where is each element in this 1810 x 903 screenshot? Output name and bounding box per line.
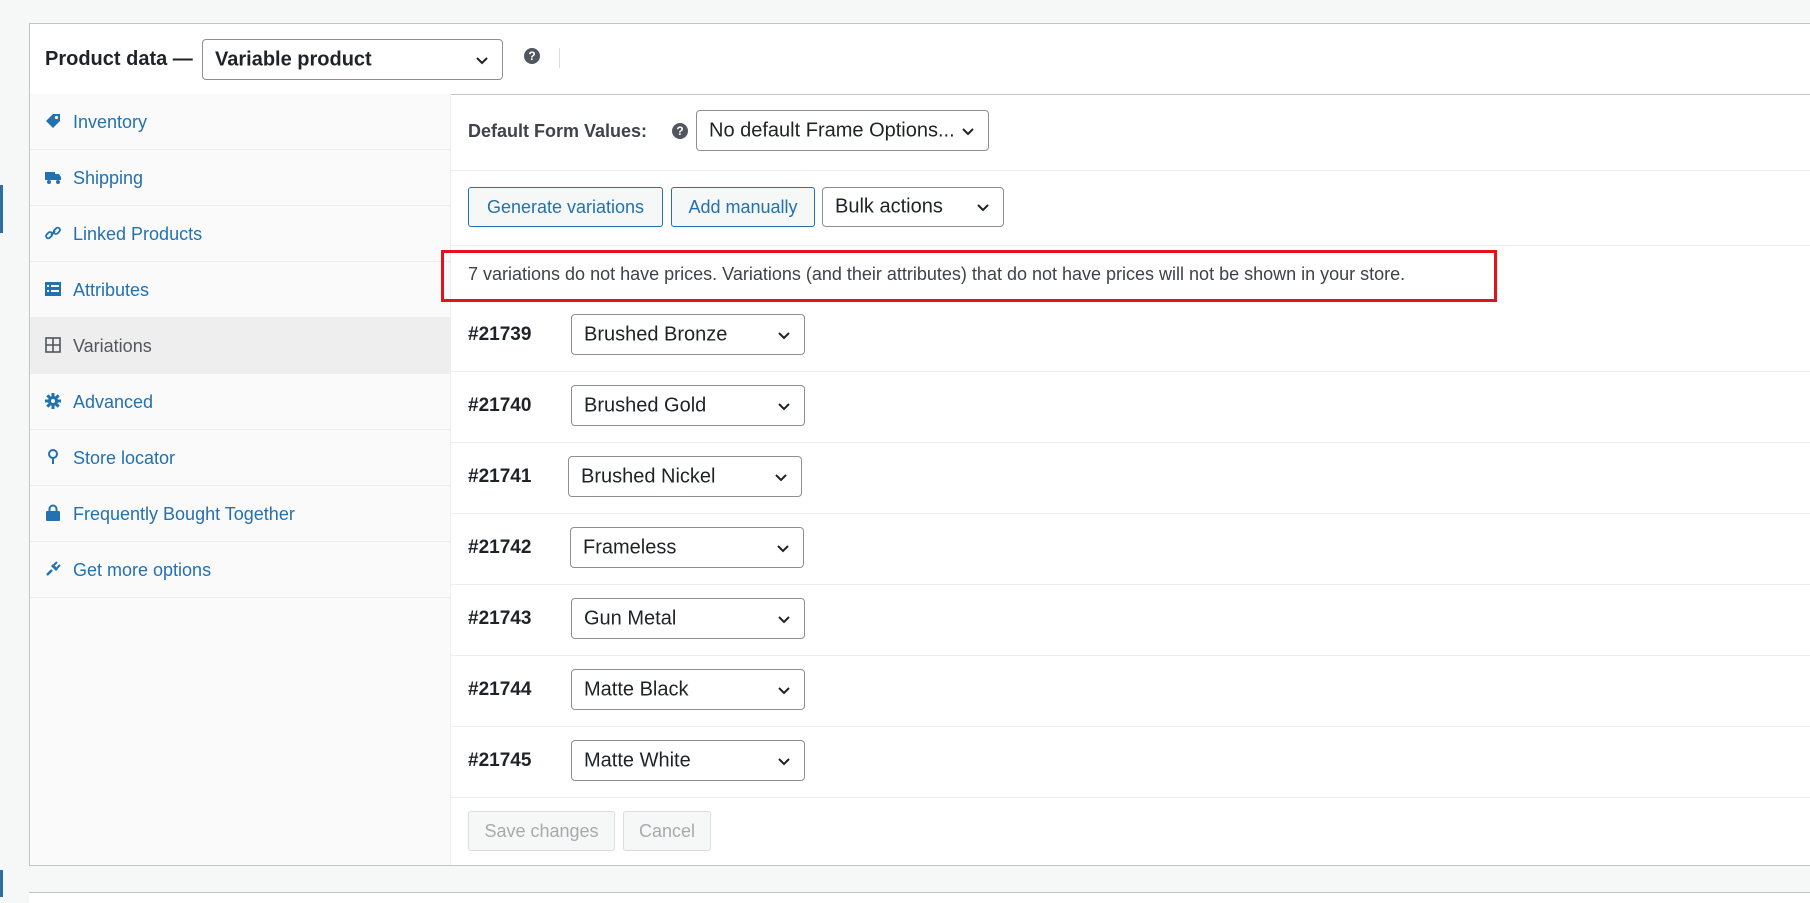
product-data-panel: Product data — Variable product ? Invent… [29,23,1810,866]
cancel-button[interactable]: Cancel [623,811,711,851]
variations-actions: Save changes Cancel [451,810,1810,870]
variation-row[interactable]: #21740 Brushed Gold [451,371,1810,443]
notice-text: 7 variations do not have prices. Variati… [468,264,1406,284]
variation-id: #21743 [468,608,532,629]
help-icon[interactable]: ? [524,48,540,64]
tab-inventory[interactable]: Inventory [30,94,450,150]
tab-variations[interactable]: Variations [30,318,450,374]
chevron-down-icon [778,686,790,694]
variation-attribute-value: Matte Black [584,678,689,700]
edge-marker [0,870,3,897]
chevron-down-icon [778,331,790,339]
tab-label: Get more options [73,560,212,580]
variations-toolbar: Generate variations Add manually Bulk ac… [451,171,1810,246]
variation-attribute-select[interactable]: Gun Metal [571,598,805,639]
chevron-down-icon [775,473,787,481]
grid-icon [45,337,61,353]
tab-attributes[interactable]: Attributes [30,262,450,318]
next-panel-edge [29,892,1810,903]
variation-row[interactable]: #21743 Gun Metal [451,584,1810,656]
tab-get-more-options[interactable]: Get more options [30,542,450,598]
tab-label: Variations [73,336,152,356]
tag-icon [46,114,60,128]
variation-attribute-value: Gun Metal [584,607,677,629]
panel-title: Product data — [45,48,193,70]
tab-label: Frequently Bought Together [73,504,295,524]
panel-header: Product data — Variable product ? [30,24,1810,95]
default-frame-options-value: No default Frame Options... [709,119,955,141]
chevron-down-icon [778,615,790,623]
edge-marker [0,185,3,233]
help-icon[interactable]: ? [672,123,688,139]
tab-linked-products[interactable]: Linked Products [30,206,450,262]
variation-attribute-value: Brushed Gold [584,394,707,416]
tab-label: Linked Products [73,224,203,244]
variation-id: #21741 [468,466,532,487]
variation-attribute-select[interactable]: Matte Black [571,669,805,710]
variation-attribute-select[interactable]: Brushed Gold [571,385,805,426]
variations-panel: Default Form Values: ? No default Frame … [451,94,1810,865]
chevron-down-icon [778,757,790,765]
truck-icon [45,172,61,184]
default-form-values-row: Default Form Values: ? No default Frame … [451,94,1810,171]
variation-attribute-value: Frameless [583,536,677,558]
default-frame-options-select[interactable]: No default Frame Options... [696,110,989,151]
variation-attribute-value: Brushed Bronze [584,323,728,345]
generate-variations-button[interactable]: Generate variations [468,187,663,227]
save-changes-button[interactable]: Save changes [468,811,615,851]
list-icon [45,282,61,296]
variation-attribute-select[interactable]: Matte White [571,740,805,781]
variation-row[interactable]: #21744 Matte Black [451,655,1810,727]
variation-row[interactable]: #21741 Brushed Nickel [451,442,1810,514]
add-manually-button[interactable]: Add manually [671,187,815,227]
header-divider [559,48,560,68]
tab-store-locator[interactable]: Store locator [30,430,450,486]
missing-prices-notice: 7 variations do not have prices. Variati… [451,249,1810,299]
product-type-value: Variable product [215,48,372,70]
bulk-actions-value: Bulk actions [835,195,943,218]
gear-icon [45,393,61,409]
tab-label: Shipping [73,168,144,188]
variation-row[interactable]: #21745 Matte White [451,726,1810,798]
tab-shipping[interactable]: Shipping [30,150,450,206]
variation-id: #21739 [468,324,532,345]
chevron-down-icon [962,127,974,135]
tab-advanced[interactable]: Advanced [30,374,450,430]
variation-row[interactable]: #21739 Brushed Bronze [451,300,1810,372]
variation-attribute-select[interactable]: Frameless [570,527,804,568]
location-pin-icon [48,449,58,464]
link-icon [45,226,61,240]
tab-label: Store locator [73,448,176,468]
plugin-icon [46,561,61,576]
variation-id: #21745 [468,750,532,771]
variation-id: #21742 [468,537,532,558]
bulk-actions-select[interactable]: Bulk actions [822,187,1004,227]
bag-icon [46,504,60,521]
default-form-values-label: Default Form Values: [468,121,648,141]
variation-attribute-select[interactable]: Brushed Bronze [571,314,805,355]
tab-frequently-bought-together[interactable]: Frequently Bought Together [30,486,450,542]
variation-attribute-value: Brushed Nickel [581,465,716,487]
product-data-tabs: Inventory Shipping Linked Products Attri… [30,94,451,865]
tab-label: Attributes [73,280,150,300]
chevron-down-icon [977,204,989,212]
product-type-select[interactable]: Variable product [202,39,503,80]
variation-id: #21744 [468,679,532,700]
chevron-down-icon [777,544,789,552]
chevron-down-icon [476,56,488,64]
variation-attribute-value: Matte White [584,749,691,771]
tab-label: Advanced [73,392,154,412]
variation-attribute-select[interactable]: Brushed Nickel [568,456,802,497]
variation-id: #21740 [468,395,532,416]
variation-row[interactable]: #21742 Frameless [451,513,1810,585]
chevron-down-icon [778,402,790,410]
tab-label: Inventory [73,112,148,132]
